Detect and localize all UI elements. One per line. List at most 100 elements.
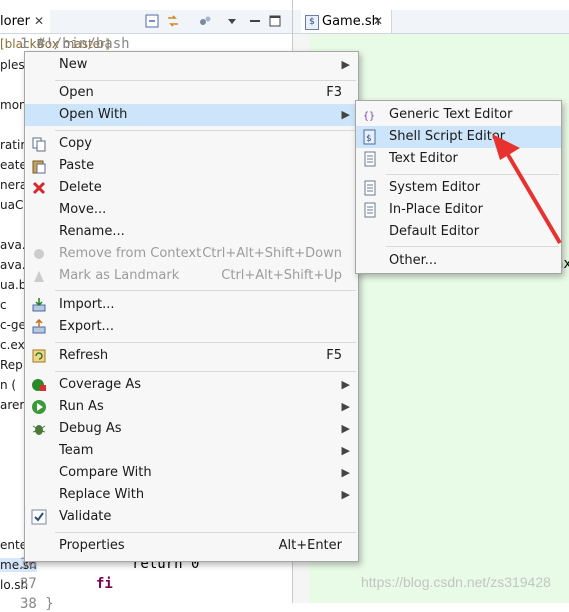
new-icon (31, 57, 47, 73)
menu-item-team[interactable]: Team ▶ (25, 440, 358, 462)
menu-item-label: Team (59, 443, 94, 458)
menu-item-export[interactable]: Export... (25, 316, 358, 338)
tree-item[interactable]: c.ex (0, 338, 25, 352)
remove-context-icon (31, 246, 47, 262)
tree-item[interactable]: eate (0, 158, 27, 172)
menu-item-label: Import... (59, 297, 115, 312)
tree-item[interactable]: Rep (0, 358, 23, 372)
submenu-item-generic-text-editor[interactable]: {} Generic Text Editor (356, 104, 561, 126)
minimize-icon[interactable] (248, 14, 262, 28)
menu-item-label: Debug As (59, 421, 122, 436)
tree-item[interactable]: ua.b (0, 278, 26, 292)
chevron-right-icon: ▶ (341, 466, 350, 479)
menu-item-properties[interactable]: Properties Alt+Enter (25, 535, 358, 557)
link-with-editor-icon[interactable] (166, 14, 180, 28)
chevron-right-icon: ▶ (341, 378, 350, 391)
menu-item-import[interactable]: Import... (25, 294, 358, 316)
separator (55, 290, 356, 291)
menu-item-label: Replace With (59, 487, 145, 502)
inplace-editor-icon (362, 202, 378, 218)
menu-item-shortcut: F5 (326, 348, 342, 363)
menu-item-label: Remove from Context (59, 246, 202, 261)
coverage-icon (31, 377, 47, 393)
menu-item-compare-with[interactable]: Compare With ▶ (25, 462, 358, 484)
menu-item-copy[interactable]: Copy (25, 133, 358, 155)
tree-item[interactable]: arer (0, 398, 24, 412)
menu-item-replace-with[interactable]: Replace With ▶ (25, 484, 358, 506)
tree-item[interactable]: ples (0, 58, 25, 72)
submenu-item-label: Generic Text Editor (389, 107, 513, 122)
menu-item-label: Copy (59, 136, 92, 151)
debug-icon (31, 421, 47, 437)
menu-item-label: Properties (59, 538, 125, 553)
watermark: https://blog.csdn.net/zs319428 (361, 574, 551, 590)
menu-item-validate[interactable]: Validate (25, 506, 358, 528)
tree-item[interactable]: c (0, 298, 7, 312)
menu-item-label: Paste (59, 158, 95, 173)
editor-tab-game-sh[interactable]: $ Game.sh ✕ (301, 10, 392, 33)
code-line: 38 } (20, 596, 54, 612)
text-editor-icon (362, 151, 378, 167)
check-icon (31, 509, 47, 525)
focus-icon[interactable] (198, 14, 212, 28)
collapse-all-icon[interactable] (145, 14, 159, 28)
tree-item[interactable]: n ( (0, 378, 16, 392)
menu-item-shortcut: F3 (326, 85, 342, 100)
menu-item-label: Open (59, 85, 94, 100)
tree-item[interactable]: c-ge (0, 318, 26, 332)
system-editor-icon (362, 180, 378, 196)
menu-item-new[interactable]: New ▶ (25, 54, 358, 76)
menu-item-label: Coverage As (59, 377, 142, 392)
menu-item-mark-as-landmark[interactable]: Mark as Landmark Ctrl+Alt+Shift+Up (25, 265, 358, 287)
menu-item-label: Open With (59, 107, 128, 122)
shell-script-icon: $ (362, 129, 378, 145)
tree-item[interactable]: mon (0, 98, 27, 112)
view-menu-icon[interactable] (225, 14, 239, 28)
svg-text:{}: {} (363, 111, 375, 122)
code-line: 37 (20, 576, 37, 592)
maximize-icon[interactable] (268, 14, 282, 28)
submenu-item-label: In-Place Editor (389, 202, 483, 217)
shell-file-icon: $ (305, 15, 319, 30)
chevron-right-icon: ▶ (341, 488, 350, 501)
menu-item-remove-from-context[interactable]: Remove from Context Ctrl+Alt+Shift+Down (25, 243, 358, 265)
code-line: fi (96, 576, 113, 592)
menu-item-label: Refresh (59, 348, 109, 363)
close-icon[interactable]: ✕ (373, 10, 383, 33)
menu-item-delete[interactable]: Delete (25, 177, 358, 199)
submenu-item-label: System Editor (389, 180, 481, 195)
menu-item-rename[interactable]: Rename... (25, 221, 358, 243)
refresh-icon (31, 348, 47, 364)
submenu-item-label: Other... (389, 253, 438, 268)
explorer-tab-bar: lorer ✕ (0, 10, 292, 34)
annotation-arrow (492, 134, 562, 245)
menu-item-open[interactable]: Open F3 (25, 82, 358, 104)
menu-item-label: Mark as Landmark (59, 268, 180, 283)
menu-item-run-as[interactable]: Run As ▶ (25, 396, 358, 418)
menu-item-shortcut: Ctrl+Alt+Shift+Down (202, 246, 342, 261)
explorer-tab[interactable]: lorer ✕ (0, 10, 50, 33)
close-icon[interactable]: ✕ (34, 10, 44, 33)
context-menu: New ▶ Open F3 Open With ▶ Copy Paste Delete Move.… (24, 51, 359, 562)
code-line: 1 #!/bin/bash (20, 36, 130, 52)
menu-item-move[interactable]: Move... (25, 199, 358, 221)
menu-item-coverage-as[interactable]: Coverage As ▶ (25, 374, 358, 396)
submenu-item-label: Default Editor (389, 224, 480, 239)
menu-item-open-with[interactable]: Open With ▶ (25, 104, 358, 126)
paste-icon (31, 158, 47, 174)
menu-item-shortcut: Ctrl+Alt+Shift+Up (221, 268, 342, 283)
chevron-right-icon: ▶ (341, 400, 350, 413)
copy-icon (31, 136, 47, 152)
menu-item-refresh[interactable]: Refresh F5 (25, 345, 358, 367)
explorer-tab-title: lorer (0, 14, 30, 29)
menu-item-label: Rename... (59, 224, 125, 239)
menu-item-paste[interactable]: Paste (25, 155, 358, 177)
chevron-right-icon: ▶ (341, 444, 350, 457)
default-editor-icon (362, 224, 378, 240)
separator (55, 342, 356, 343)
chevron-right-icon: ▶ (341, 58, 350, 71)
menu-item-label: Export... (59, 319, 114, 334)
submenu-item-other[interactable]: Other... (356, 250, 561, 272)
menu-item-debug-as[interactable]: Debug As ▶ (25, 418, 358, 440)
import-icon (31, 297, 47, 313)
